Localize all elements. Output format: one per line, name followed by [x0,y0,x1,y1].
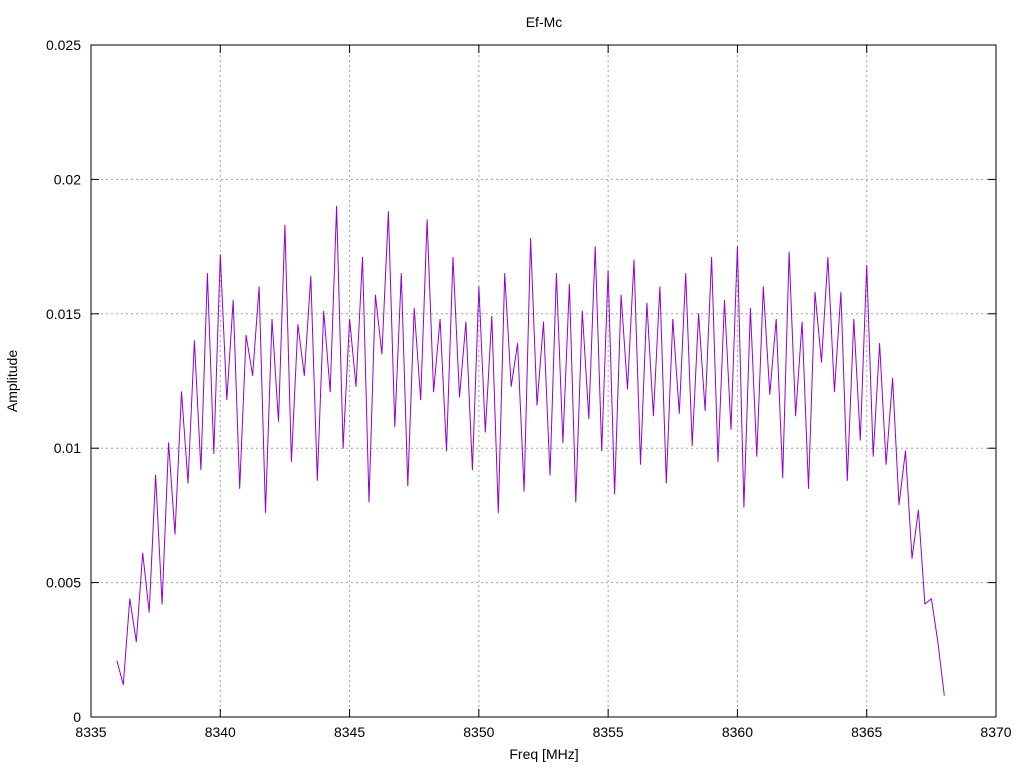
x-tick-label: 8345 [334,724,365,740]
x-tick-label: 8365 [851,724,882,740]
y-axis-title: Amplitude [4,350,20,412]
x-tick-label: 8370 [980,724,1011,740]
x-tick-label: 8340 [205,724,236,740]
y-tick-label: 0 [73,709,81,725]
x-tick-label: 8360 [722,724,753,740]
x-axis-title: Freq [MHz] [509,746,578,762]
x-tick-label: 8355 [593,724,624,740]
x-tick-label: 8350 [463,724,494,740]
y-tick-label: 0.025 [46,37,81,53]
y-tick-label: 0.01 [54,440,81,456]
spectrum-chart: 8335 8340 8345 8350 8355 8360 8365 8370 0 0.005 0… [0,0,1024,768]
x-tick-label: 8335 [75,724,106,740]
y-tick-label: 0.005 [46,575,81,591]
y-tick-label: 0.015 [46,306,81,322]
y-tick-label: 0.02 [54,171,81,187]
chart-title: Ef-Mc [526,14,563,30]
